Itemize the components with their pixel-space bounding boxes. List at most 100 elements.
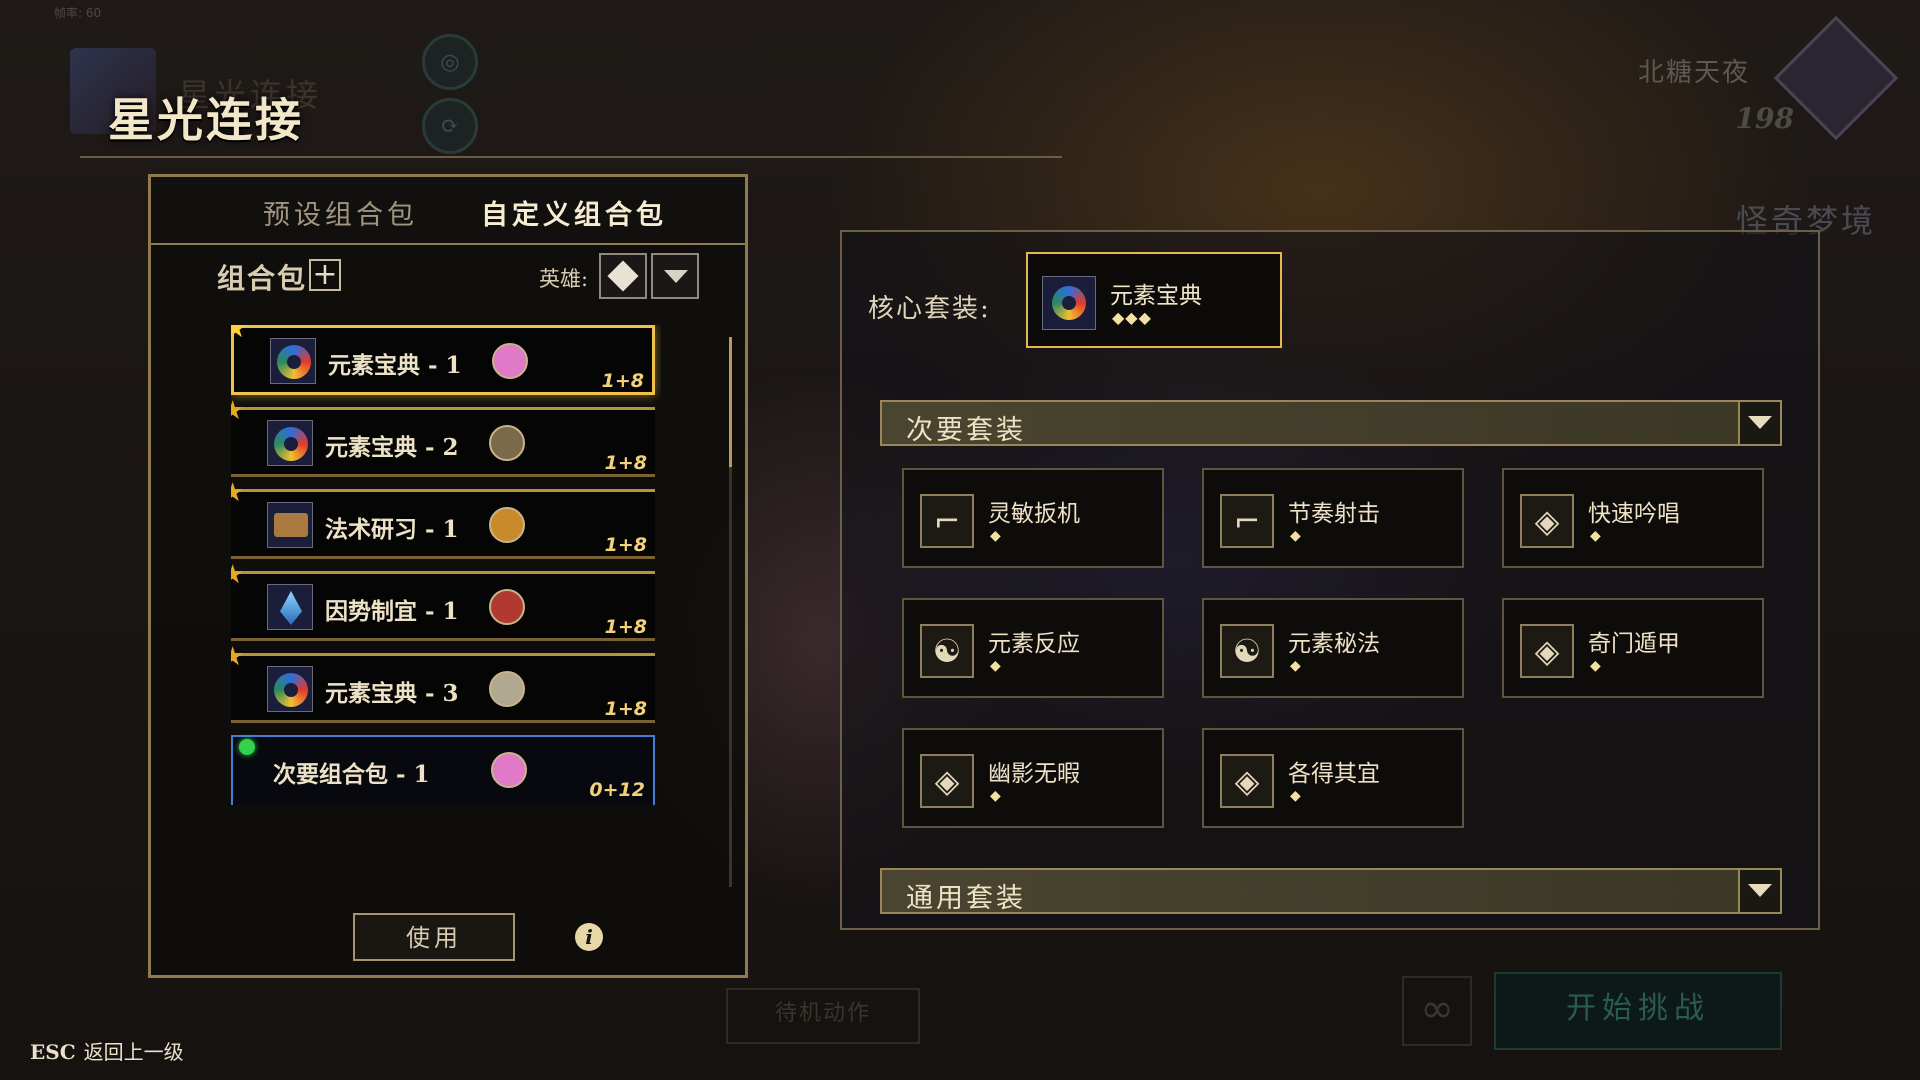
fps-counter: 帧率: 60 [54,6,102,20]
chevron-down-icon[interactable] [1738,870,1780,912]
triskelion-icon: ☯ [1220,624,1274,678]
star-icon: ★ [231,325,248,344]
hero-avatar [491,752,527,788]
diamond-icon: ◈ [1520,624,1574,678]
set-card[interactable]: ◈ 奇门遁甲 ◆ [1502,598,1764,698]
pack-name: 因势制宜 - 1 [325,598,459,625]
hero-avatar [489,507,525,543]
hero-filter-selection[interactable] [599,253,647,299]
pack-count: 1+8 [604,534,647,556]
esc-back-hint[interactable]: ESC 返回上一级 [30,1036,184,1065]
hero-avatar [492,343,528,379]
swirl-icon [270,338,316,384]
hero-avatar [489,425,525,461]
set-name: 灵敏扳机 [988,501,1080,527]
star-icon: ★ [231,396,245,426]
core-set-name: 元素宝典 [1110,283,1202,309]
set-card[interactable]: ◈ 快速吟唱 ◆ [1502,468,1764,568]
star-icon: ★ [231,478,245,508]
tab-custom-packs[interactable]: 自定义组合包 [481,193,667,232]
rune-icon: ◈ [1520,494,1574,548]
pack-item[interactable]: ★ 因势制宜 - 1 1+8 [231,560,655,641]
pack-tabs: 预设组合包 自定义组合包 [151,177,745,245]
swirl-icon [267,666,313,712]
diamond-icon: ◈ [1220,754,1274,808]
set-detail-panel: 核心套装: 元素宝典 ◆◆◆ 次要套装 ⌐ 灵敏扳机 ◆ ⌐ 节奏射击 ◆ ◈ … [840,230,1820,930]
set-name: 奇门遁甲 [1588,631,1680,657]
pack-count: 1+8 [604,616,647,638]
page-title: 星光连接 [108,93,304,147]
crystal-icon [267,584,313,630]
set-rating: ◆ [1290,658,1301,674]
tome-icon [267,502,313,548]
core-set-rating: ◆◆◆ [1112,308,1152,327]
diamond-icon [607,260,639,292]
set-name: 元素秘法 [1288,631,1380,657]
new-indicator-icon [239,739,255,755]
pack-name: 法术研习 - 1 [325,516,459,543]
chevron-down-icon[interactable] [1738,402,1780,444]
info-icon[interactable]: i [575,923,603,951]
core-set-card[interactable]: 元素宝典 ◆◆◆ [1026,252,1282,348]
tab-preset-packs[interactable]: 预设组合包 [263,193,418,232]
set-card[interactable]: ◈ 幽影无暇 ◆ [902,728,1164,828]
pack-item[interactable]: ★ 元素宝典 - 3 1+8 [231,642,655,723]
set-rating: ◆ [990,658,1001,674]
hero-avatar [489,589,525,625]
set-card[interactable]: ⌐ 节奏射击 ◆ [1202,468,1464,568]
pack-name: 元素宝典 - 3 [325,680,459,707]
pack-name: 元素宝典 - 1 [328,352,462,379]
pack-list-scroll-thumb[interactable] [729,337,732,467]
set-rating: ◆ [1290,788,1301,804]
star-icon: ★ [231,560,245,590]
swirl-icon [1042,276,1096,330]
pack-item[interactable]: ★ 法术研习 - 1 1+8 [231,478,655,559]
general-sets-header[interactable]: 通用套装 [880,868,1782,914]
pack-item[interactable]: 次要组合包 - 1 0+12 [231,735,655,805]
title-divider [80,156,1062,158]
diamond-icon: ◈ [920,754,974,808]
esc-back-label: 返回上一级 [83,1040,184,1064]
set-card[interactable]: ☯ 元素秘法 ◆ [1202,598,1464,698]
start-challenge-button: 开始挑战 [1494,972,1782,1050]
set-rating: ◆ [1590,528,1601,544]
set-card[interactable]: ⌐ 灵敏扳机 ◆ [902,468,1164,568]
pack-name: 元素宝典 - 2 [325,434,459,461]
set-name: 节奏射击 [1288,501,1380,527]
pack-count: 1+8 [604,698,647,720]
pack-label: 组合包 [217,262,308,295]
pack-count: 0+12 [589,779,645,801]
hero-filter-dropdown[interactable] [651,253,699,299]
username: 北糖天夜 [1637,58,1750,88]
infinity-icon: ∞ [1402,976,1472,1046]
pack-count: 1+8 [601,370,644,392]
pack-panel: 预设组合包 自定义组合包 组合包 + 英雄: ★ 元素宝典 - 1 1+8 ★ … [148,174,748,978]
set-rating: ◆ [1290,528,1301,544]
secondary-sets-title: 次要套装 [906,415,1026,446]
triskelion-icon: ☯ [920,624,974,678]
swirl-icon [267,420,313,466]
set-name: 元素反应 [988,631,1080,657]
idle-action-button: 待机动作 [726,988,920,1044]
pack-list: ★ 元素宝典 - 1 1+8 ★ 元素宝典 - 2 1+8 ★ 法术研习 - 1… [231,325,661,895]
pack-toolbar: 组合包 + 英雄: [151,245,745,307]
core-set-label: 核心套装: [868,294,991,324]
set-name: 快速吟唱 [1588,501,1680,527]
set-rating: ◆ [1590,658,1601,674]
star-icon: ★ [231,642,245,672]
set-card[interactable]: ☯ 元素反应 ◆ [902,598,1164,698]
pack-item[interactable]: ★ 元素宝典 - 2 1+8 [231,396,655,477]
pack-item[interactable]: ★ 元素宝典 - 1 1+8 [231,325,655,395]
pistol-icon: ⌐ [920,494,974,548]
add-pack-button[interactable]: + [309,259,341,291]
secondary-sets-header[interactable]: 次要套装 [880,400,1782,446]
set-rating: ◆ [990,528,1001,544]
user-level: 198 [1735,102,1794,135]
set-card[interactable]: ◈ 各得其宜 ◆ [1202,728,1464,828]
refresh-icon: ⟳ [422,98,478,154]
pack-count: 1+8 [604,452,647,474]
use-button[interactable]: 使用 [353,913,515,961]
esc-key-label: ESC [30,1040,76,1064]
set-name: 幽影无暇 [988,761,1080,787]
set-rating: ◆ [990,788,1001,804]
